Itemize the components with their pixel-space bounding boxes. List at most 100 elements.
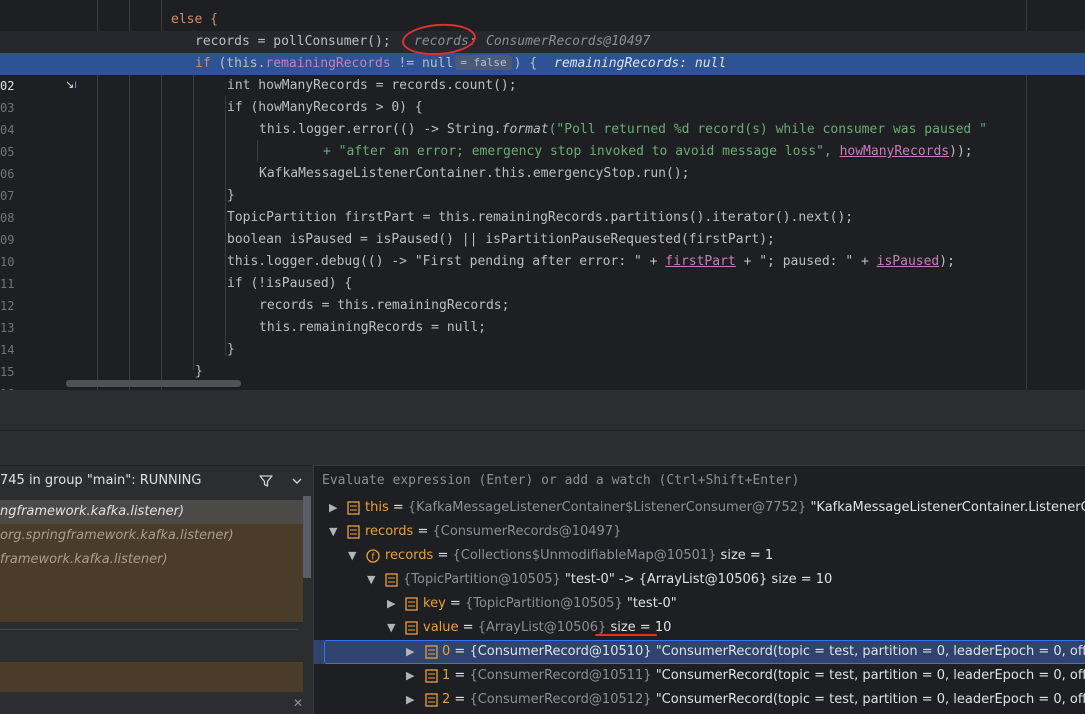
code-text: this.logger.error(() -> String.format("P… [259, 119, 987, 141]
chevron-down-icon[interactable] [290, 474, 304, 488]
code-part: )); [949, 144, 973, 159]
code-line[interactable]: 10 boolean isPaused = isPaused() || isPa… [0, 229, 1085, 269]
divider [0, 629, 298, 630]
variable-row[interactable]: ▼ {TopicPartition@10505} "test-0" -> {Ar… [314, 568, 1085, 592]
code-line-current[interactable]: 01 records = pollConsumer(); records: Co… [0, 31, 1085, 71]
variable-row-selected[interactable]: ▶ 0 = {ConsumerRecord@10510} "ConsumerRe… [314, 640, 1085, 664]
code-line[interactable]: 00 else { [0, 9, 1085, 49]
variable-type: {ConsumerRecord@10510} [469, 644, 652, 659]
thread-label: 745 in group "main": RUNNING [0, 473, 202, 488]
variable-icon [425, 645, 438, 659]
expand-arrow-icon[interactable]: ▶ [387, 592, 395, 616]
expand-arrow-icon[interactable]: ▶ [406, 688, 414, 712]
equals: = [388, 500, 408, 515]
variable-row[interactable]: ▶ key = {TopicPartition@10505} "test-0" [314, 592, 1085, 616]
code-line[interactable]: 04 if (howManyRecords > 0) { [0, 97, 1085, 137]
method-format: format [501, 122, 549, 137]
variable-value: "KafkaMessageListenerContainer.ListenerC… [810, 500, 1085, 515]
code-line[interactable]: 14 this.remainingRecords = null; [0, 317, 1085, 357]
code-text: if (this.remainingRecords != null = false… [195, 53, 537, 75]
code-line[interactable]: 11 this.logger.debug(() -> "First pendin… [0, 251, 1085, 291]
close-icon[interactable]: ✕ [293, 696, 303, 710]
code-editor[interactable]: 00 else { 01 records = pollConsumer(); r… [0, 0, 1085, 390]
equals: = [445, 596, 465, 611]
string-literal: + "after an error; emergency stop invoke… [323, 144, 840, 159]
code-line[interactable]: 06 + "after an error; emergency stop inv… [0, 141, 1085, 181]
captured-variable: firstPart [665, 254, 736, 269]
evaluate-expression-input[interactable]: Evaluate expression (Enter) or add a wat… [322, 466, 799, 496]
variable-row[interactable]: ▼ f records = {Collections$UnmodifiableM… [314, 544, 1085, 568]
captured-variable: isPaused [876, 254, 940, 269]
frames-scrollbar[interactable] [303, 496, 311, 578]
code-line[interactable]: 03 int howManyRecords = records.count(); [0, 75, 1085, 115]
code-text: this.logger.debug(() -> "First pending a… [227, 251, 955, 273]
variable-row[interactable]: ▶ 2 = {ConsumerRecord@10512} "ConsumerRe… [314, 688, 1085, 712]
svg-text:f: f [371, 553, 375, 563]
variable-type: {ArrayList@10506} [477, 620, 607, 635]
variable-icon [347, 501, 360, 515]
stack-frame[interactable]: ngframework.kafka.listener) [0, 500, 303, 524]
code-line-execution-point[interactable]: 02 if (this.remainingRecords != null = fa… [0, 53, 1085, 93]
debug-toolbar-area [0, 390, 1085, 464]
variable-type: {KafkaMessageListenerContainer$ListenerC… [407, 500, 807, 515]
code-line[interactable]: 12 if (!isPaused) { [0, 273, 1085, 313]
variable-icon [405, 597, 418, 611]
variable-icon [385, 573, 398, 587]
code-text: if (!isPaused) { [227, 276, 353, 291]
variable-icon [405, 621, 418, 635]
code-text: this.remainingRecords = null; [259, 320, 486, 335]
equals: = [450, 692, 470, 707]
stack-frame[interactable]: framework.kafka.listener) [0, 548, 303, 572]
collapse-arrow-icon[interactable]: ▼ [387, 616, 395, 640]
horizontal-scrollbar[interactable] [66, 380, 241, 387]
captured-variable: howManyRecords [839, 144, 950, 159]
code-line[interactable]: 13 records = this.remainingRecords; [0, 295, 1085, 335]
variable-type: {TopicPartition@10505} [403, 572, 561, 587]
stack-frame[interactable]: org.springframework.kafka.listener) [0, 524, 303, 548]
variable-value: "test-0" -> {ArrayList@10506} size = 10 [560, 572, 833, 587]
collapse-arrow-icon[interactable]: ▼ [367, 568, 375, 592]
red-annotation-underline [595, 634, 657, 636]
code-part: + "; paused: " + [735, 254, 877, 269]
code-part: (this. [210, 56, 266, 71]
line-number: 16 [0, 383, 14, 390]
field-remaining-records: remainingRecords [265, 56, 391, 71]
code-text: records = pollConsumer(); [195, 34, 391, 49]
code-line[interactable]: 08 } [0, 185, 1085, 225]
filter-icon[interactable] [258, 473, 274, 489]
variable-name: records [365, 524, 414, 539]
expand-arrow-icon[interactable]: ▶ [406, 664, 414, 688]
code-text: } [227, 342, 235, 357]
variable-row[interactable]: ▼ value = {ArrayList@10506} size = 10 [314, 616, 1085, 640]
equals: = [433, 548, 453, 563]
variable-row[interactable]: ▶ this = {KafkaMessageListenerContainer$… [314, 496, 1085, 520]
variable-type: {ConsumerRecord@10511} [469, 668, 652, 683]
variable-type: {ConsumerRecord@10512} [469, 692, 652, 707]
string-literal: ("Poll returned %d record(s) while consu… [548, 122, 987, 137]
variable-name: this [365, 500, 389, 515]
run-to-cursor-icon[interactable]: ↘I [65, 78, 77, 91]
code-line[interactable]: 15 } [0, 339, 1085, 379]
code-line[interactable]: 09 TopicPartition firstPart = this.remai… [0, 207, 1085, 247]
variable-row[interactable]: ▶ 1 = {ConsumerRecord@10511} "ConsumerRe… [314, 664, 1085, 688]
variable-value: "ConsumerRecord(topic = test, partition … [651, 668, 1085, 683]
variable-row[interactable]: ▼ records = {ConsumerRecords@10497} [314, 520, 1085, 544]
field-icon: f [366, 549, 380, 563]
code-text: if (howManyRecords > 0) { [227, 100, 423, 115]
code-part: this.logger.debug(() -> "First pending a… [227, 254, 666, 269]
code-line[interactable]: 07 KafkaMessageListenerContainer.this.em… [0, 163, 1085, 203]
expand-arrow-icon[interactable]: ▶ [329, 496, 337, 520]
variable-value: "ConsumerRecord(topic = test, partition … [651, 692, 1085, 707]
expand-arrow-icon[interactable]: ▶ [406, 640, 414, 664]
variable-name: key [423, 596, 446, 611]
code-part: != null [390, 56, 454, 71]
equals: = [413, 524, 433, 539]
keyword-if: if [195, 56, 211, 71]
code-part: this.logger.error(() -> String. [259, 122, 502, 137]
code-line[interactable]: 05 this.logger.error(() -> String.format… [0, 119, 1085, 159]
collapse-arrow-icon[interactable]: ▼ [348, 544, 356, 568]
variable-type: {ConsumerRecords@10497} [432, 524, 622, 539]
collapse-arrow-icon[interactable]: ▼ [329, 520, 337, 544]
equals: = [450, 644, 470, 659]
thread-selector[interactable]: 745 in group "main": RUNNING [0, 466, 312, 496]
